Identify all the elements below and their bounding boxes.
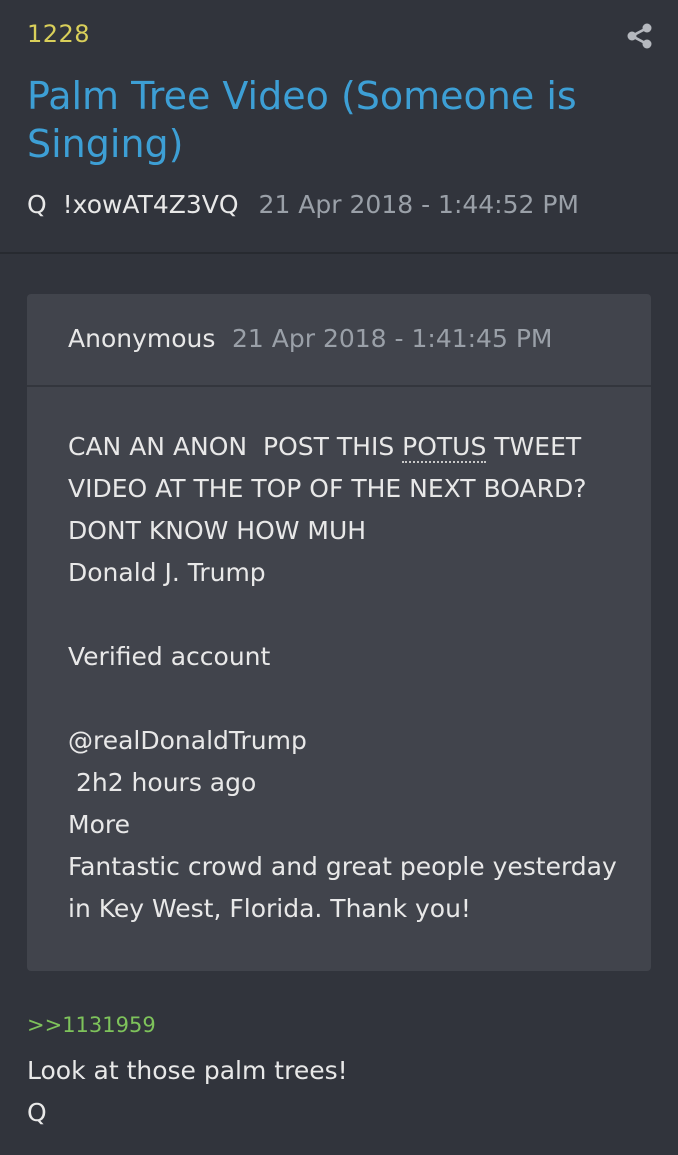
quoted-body-line: [68, 594, 628, 636]
post-author: Q: [27, 190, 47, 219]
reply-signature: Q: [27, 1098, 47, 1127]
quoted-body-line: CAN AN ANON POST THIS POTUS TWEET: [68, 426, 628, 468]
quoted-line-suffix: TWEET: [486, 432, 582, 461]
quoted-body-line: 2h2 hours ago: [68, 768, 257, 797]
post-title[interactable]: Palm Tree Video (Someone is Singing): [27, 72, 627, 168]
quoted-post-body: CAN AN ANON POST THIS POTUS TWEET VIDEO …: [68, 426, 628, 930]
potus-abbreviation[interactable]: POTUS: [402, 432, 487, 463]
post-header: 1228 Palm Tree Video (Someone is Singing…: [0, 0, 678, 254]
post-meta: Q !xowAT4Z3VQ 21 Apr 2018 - 1:44:52 PM: [27, 190, 579, 219]
quoted-timestamp: 21 Apr 2018 - 1:41:45 PM: [232, 324, 553, 353]
quoted-body-line: in Key West, Florida. Thank you!: [68, 894, 471, 923]
quoted-body-line: More: [68, 810, 130, 839]
post-timestamp: 21 Apr 2018 - 1:44:52 PM: [258, 190, 580, 219]
post-number[interactable]: 1228: [27, 20, 90, 48]
quoted-body-line: VIDEO AT THE TOP OF THE NEXT BOARD?: [68, 474, 587, 503]
quoted-body-line: DONT KNOW HOW MUH: [68, 516, 367, 545]
quoted-body-line: @realDonaldTrump: [68, 726, 307, 755]
quoted-line-prefix: CAN AN ANON POST THIS: [68, 432, 403, 461]
quoted-body-line: Verified account: [68, 642, 271, 671]
post-tripcode: !xowAT4Z3VQ: [62, 190, 239, 219]
reply-body: Look at those palm trees! Q: [27, 1050, 348, 1134]
quoted-body-line: Fantastic crowd and great people yesterd…: [68, 852, 617, 881]
quoted-body-line: [68, 678, 628, 720]
reply-line: Look at those palm trees!: [27, 1056, 348, 1085]
quoted-body-line: Donald J. Trump: [68, 558, 266, 587]
quoted-post-header: Anonymous 21 Apr 2018 - 1:41:45 PM: [27, 294, 651, 387]
reply-reference-link[interactable]: >>1131959: [27, 1013, 156, 1037]
quoted-author: Anonymous: [68, 324, 216, 353]
quoted-post-card: Anonymous 21 Apr 2018 - 1:41:45 PM CAN A…: [27, 294, 651, 971]
share-icon[interactable]: [626, 22, 654, 50]
